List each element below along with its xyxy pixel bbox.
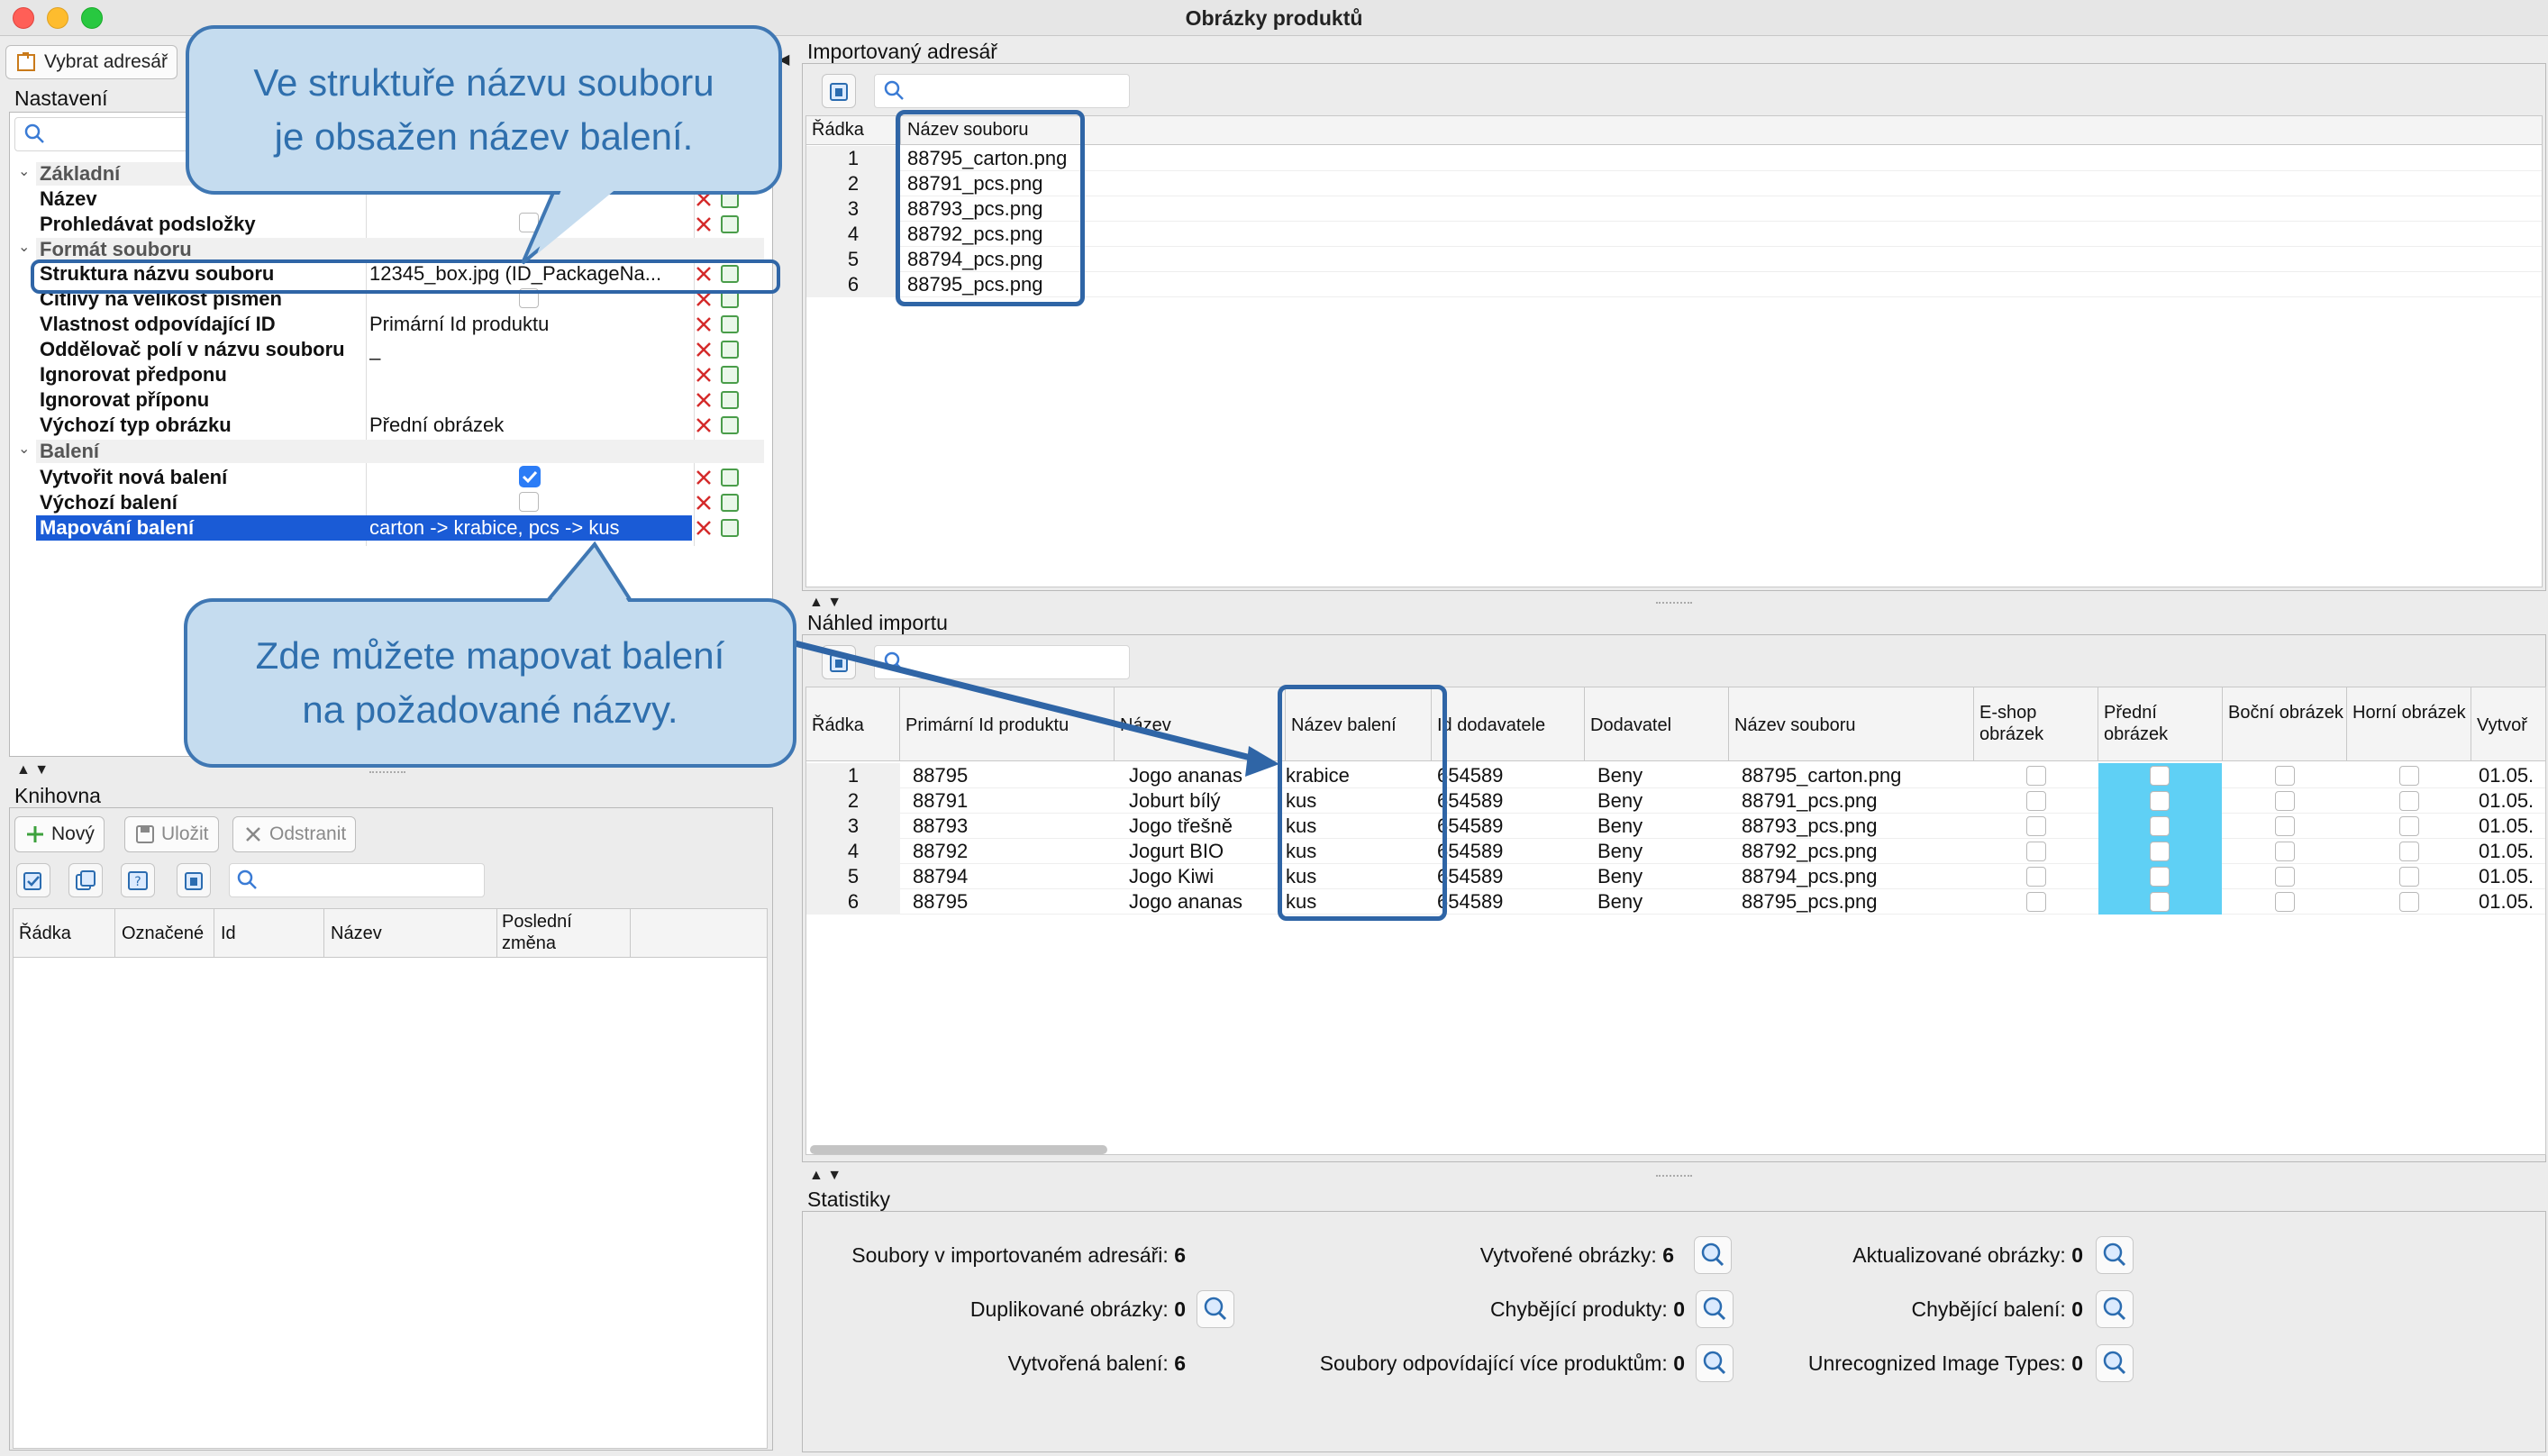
callout-top-line2: je obsažen název balení. xyxy=(274,115,694,158)
callout-bottom: Zde můžete mapovat balení na požadované … xyxy=(184,598,796,768)
callout-bottom-line1: Zde můžete mapovat balení xyxy=(255,634,725,677)
callout-top: Ve struktuře názvu souboru je obsažen ná… xyxy=(186,25,782,195)
callout-top-line1: Ve struktuře názvu souboru xyxy=(253,61,714,104)
callout-bottom-line2: na požadované názvy. xyxy=(302,688,678,731)
